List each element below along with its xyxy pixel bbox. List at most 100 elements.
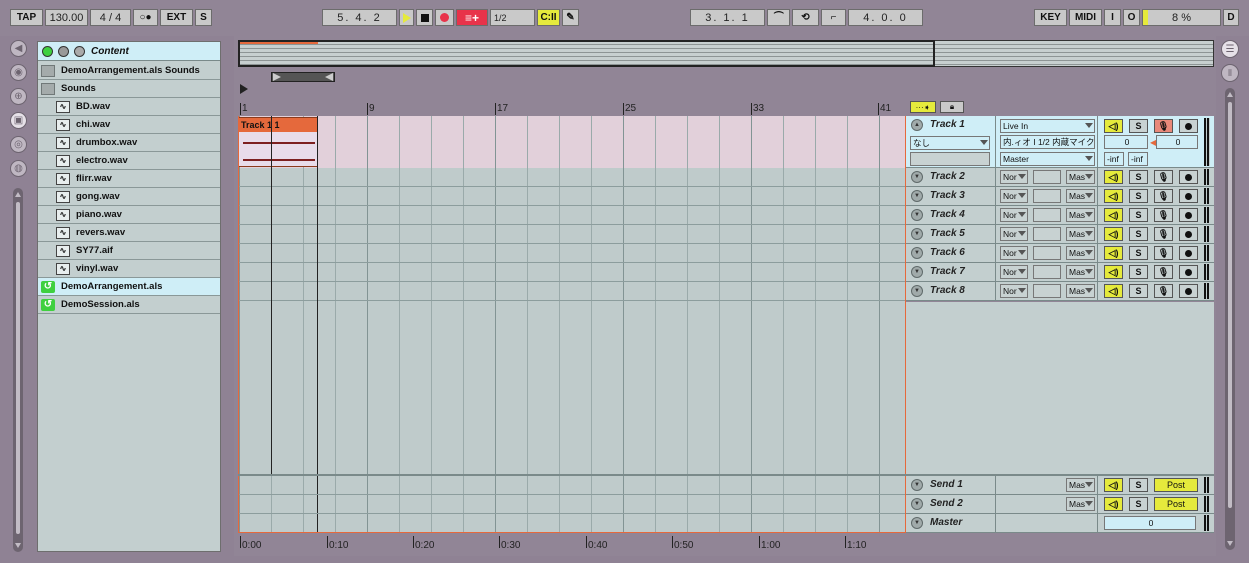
tempo-field[interactable]: 130.00: [45, 9, 88, 26]
browser-item[interactable]: ∿ chi.wav: [38, 116, 220, 134]
track-header[interactable]: ▼ Track 5 Nor Mas ◁) S 🎙︎: [906, 225, 1214, 244]
solo-button[interactable]: S: [1129, 246, 1148, 260]
browser-item[interactable]: ∿ gong.wav: [38, 188, 220, 206]
volume-field[interactable]: 0: [1104, 135, 1148, 149]
track-header[interactable]: ▼ Track 6 Nor Mas ◁) S 🎙︎: [906, 244, 1214, 263]
browser-places-button[interactable]: ◎: [10, 136, 27, 153]
track-activator-button[interactable]: ◁): [1104, 208, 1123, 222]
track-lane[interactable]: [238, 168, 906, 187]
arm-button[interactable]: 🎙︎: [1154, 265, 1173, 279]
return-lanes[interactable]: [238, 476, 906, 533]
channel-dropdown[interactable]: [1033, 227, 1061, 241]
record-arm-button[interactable]: [1179, 119, 1198, 133]
channel-dropdown[interactable]: [1033, 284, 1061, 298]
output-dropdown[interactable]: Mas: [1066, 478, 1095, 492]
browser-scrollbar[interactable]: [13, 188, 23, 552]
input-dropdown[interactable]: Nor: [1000, 170, 1028, 184]
draw-mode-button[interactable]: ✎: [562, 9, 579, 26]
start-marker-icon[interactable]: [240, 84, 248, 94]
metronome-button[interactable]: ○●: [133, 9, 158, 26]
arm-button[interactable]: 🎙︎: [1154, 227, 1173, 241]
follow-button[interactable]: C:II: [537, 9, 560, 26]
fold-down-icon[interactable]: ▼: [911, 228, 923, 240]
arm-button[interactable]: 🎙︎: [1154, 189, 1173, 203]
return-lane[interactable]: [238, 514, 906, 533]
play-button[interactable]: [399, 9, 414, 26]
track-activator-button[interactable]: ◁): [1104, 478, 1123, 492]
channel-dropdown[interactable]: [1033, 189, 1061, 203]
track-activator-button[interactable]: ◁): [1104, 227, 1123, 241]
show-mixer-button[interactable]: ⦀: [1221, 64, 1239, 82]
track-lane[interactable]: [238, 282, 906, 301]
hide-browser-button[interactable]: ◀: [10, 40, 27, 57]
output-dropdown[interactable]: Mas: [1066, 497, 1095, 511]
input-dropdown[interactable]: Nor: [1000, 265, 1028, 279]
browser-item[interactable]: Sounds: [38, 80, 220, 98]
browser-item[interactable]: ∿ revers.wav: [38, 224, 220, 242]
overview-visible-region[interactable]: [238, 40, 935, 67]
tracks-scrollbar[interactable]: [1225, 88, 1235, 550]
browser-item[interactable]: ∿ vinyl.wav: [38, 260, 220, 278]
lock-button[interactable]: 🔒︎: [940, 101, 964, 113]
arm-button[interactable]: 🎙︎: [1154, 284, 1173, 298]
browser-files-button[interactable]: ▣: [10, 112, 27, 129]
channel-dropdown[interactable]: [1033, 246, 1061, 260]
stop-button[interactable]: [416, 9, 433, 26]
browser-item[interactable]: ∿ piano.wav: [38, 206, 220, 224]
output-dropdown[interactable]: Mas: [1066, 246, 1095, 260]
scroll-thumb[interactable]: [1228, 102, 1232, 508]
fold-down-icon[interactable]: ▼: [911, 498, 923, 510]
master-volume-field[interactable]: 0: [1104, 516, 1196, 530]
record-arm-button[interactable]: [1179, 227, 1198, 241]
key-map-button[interactable]: KEY: [1034, 9, 1067, 26]
output-dropdown[interactable]: Mas: [1066, 227, 1095, 241]
headphones-icon[interactable]: [42, 45, 53, 57]
fold-down-icon[interactable]: ▼: [911, 517, 923, 529]
input-sub-dropdown[interactable]: 内.ィオ I 1/2 内蔵マイク: [1000, 135, 1095, 149]
browser-samples-button[interactable]: ◍: [10, 160, 27, 177]
quantize-dropdown[interactable]: 1/2: [490, 9, 535, 26]
record-arm-button[interactable]: [1179, 246, 1198, 260]
browser-item[interactable]: ∿ drumbox.wav: [38, 134, 220, 152]
return-lane[interactable]: [238, 476, 906, 495]
midi-map-button[interactable]: MIDI: [1069, 9, 1102, 26]
arm-button[interactable]: 🎙︎: [1154, 246, 1173, 260]
browser-favorites-button[interactable]: ◉: [10, 64, 27, 81]
fold-down-icon[interactable]: ▼: [911, 209, 923, 221]
tap-tempo-button[interactable]: TAP: [10, 9, 43, 26]
track-lane[interactable]: [238, 244, 906, 263]
channel-dropdown[interactable]: [1033, 265, 1061, 279]
download-icon[interactable]: [74, 45, 85, 57]
arm-button[interactable]: 🎙︎: [1154, 119, 1173, 133]
solo-button[interactable]: S: [1129, 208, 1148, 222]
browser-item[interactable]: ∿ BD.wav: [38, 98, 220, 116]
fold-down-icon[interactable]: ▼: [911, 247, 923, 259]
browser-item[interactable]: DemoArrangement.als Sounds: [38, 62, 220, 80]
track-header[interactable]: ▼ Track 3 Nor Mas ◁) S 🎙︎: [906, 187, 1214, 206]
solo-button[interactable]: S: [1129, 478, 1148, 492]
track-lane[interactable]: [238, 263, 906, 282]
external-sync-button[interactable]: EXT: [160, 9, 193, 26]
record-button[interactable]: [435, 9, 454, 26]
solo-button[interactable]: S: [1129, 284, 1148, 298]
fold-down-icon[interactable]: ▼: [911, 190, 923, 202]
send-header[interactable]: ▼ Send 1 Mas ◁) S Post: [906, 476, 1214, 495]
track-activator-button[interactable]: ◁): [1104, 119, 1123, 133]
record-arm-button[interactable]: [1179, 170, 1198, 184]
loop-start-field[interactable]: 3. 1. 1: [690, 9, 765, 26]
track-lane[interactable]: [238, 206, 906, 225]
scroll-thumb[interactable]: [16, 202, 20, 534]
input-dropdown[interactable]: Nor: [1000, 189, 1028, 203]
track-header[interactable]: ▼ Track 4 Nor Mas ◁) S 🎙︎: [906, 206, 1214, 225]
browser-item[interactable]: ↺ DemoSession.als: [38, 296, 220, 314]
monitor-dropdown[interactable]: Live In: [1000, 119, 1095, 133]
solo-button[interactable]: S: [1129, 265, 1148, 279]
send-header[interactable]: ▼ Send 2 Mas ◁) S Post: [906, 495, 1214, 514]
solo-button[interactable]: S: [1129, 189, 1148, 203]
channel-dropdown[interactable]: [1033, 208, 1061, 222]
record-arm-button[interactable]: [1179, 189, 1198, 203]
punch-in-button[interactable]: ⏜: [767, 9, 790, 26]
solo-button[interactable]: S: [1129, 227, 1148, 241]
track-lanes[interactable]: Track 1 1: [238, 116, 906, 474]
input-dropdown[interactable]: Nor: [1000, 227, 1028, 241]
